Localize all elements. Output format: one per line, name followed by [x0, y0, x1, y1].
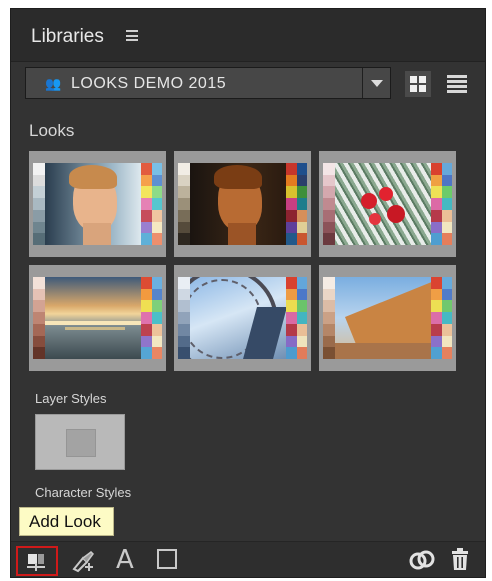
library-name: LOOKS DEMO 2015 — [71, 75, 227, 92]
shape-icon[interactable] — [157, 549, 177, 569]
chevron-down-icon[interactable] — [371, 80, 383, 87]
add-look-tooltip: Add Look — [19, 507, 114, 536]
list-view-icon[interactable] — [447, 75, 467, 93]
look-thumbnail[interactable] — [29, 265, 166, 371]
layer-style-thumbnail[interactable] — [35, 414, 125, 470]
add-look-icon[interactable] — [16, 546, 58, 576]
look-thumbnail[interactable] — [319, 265, 456, 371]
section-title-looks: Looks — [29, 121, 75, 140]
look-thumbnail[interactable] — [29, 151, 166, 257]
panel-title: Libraries — [31, 26, 104, 47]
libraries-panel: Libraries 👥 LOOKS DEMO 2015 Looks Layer … — [10, 8, 486, 578]
look-thumbnail[interactable] — [174, 151, 311, 257]
shared-library-icon: 👥 — [45, 76, 62, 91]
creative-cloud-icon[interactable] — [408, 548, 436, 577]
panel-menu-icon[interactable] — [126, 30, 138, 41]
paint-brush-icon[interactable] — [71, 549, 97, 577]
look-thumbnail[interactable] — [319, 151, 456, 257]
section-title-character-styles: Character Styles — [35, 485, 132, 500]
trash-icon[interactable] — [450, 548, 470, 577]
look-thumbnail[interactable] — [174, 265, 311, 371]
library-dropdown[interactable]: 👥 LOOKS DEMO 2015 — [25, 67, 391, 99]
text-style-icon[interactable]: A — [116, 545, 134, 575]
panel-footer: A — [11, 541, 485, 577]
grid-view-icon[interactable] — [405, 71, 431, 97]
section-title-layer-styles: Layer Styles — [35, 391, 107, 406]
panel-header: Libraries — [11, 9, 485, 62]
